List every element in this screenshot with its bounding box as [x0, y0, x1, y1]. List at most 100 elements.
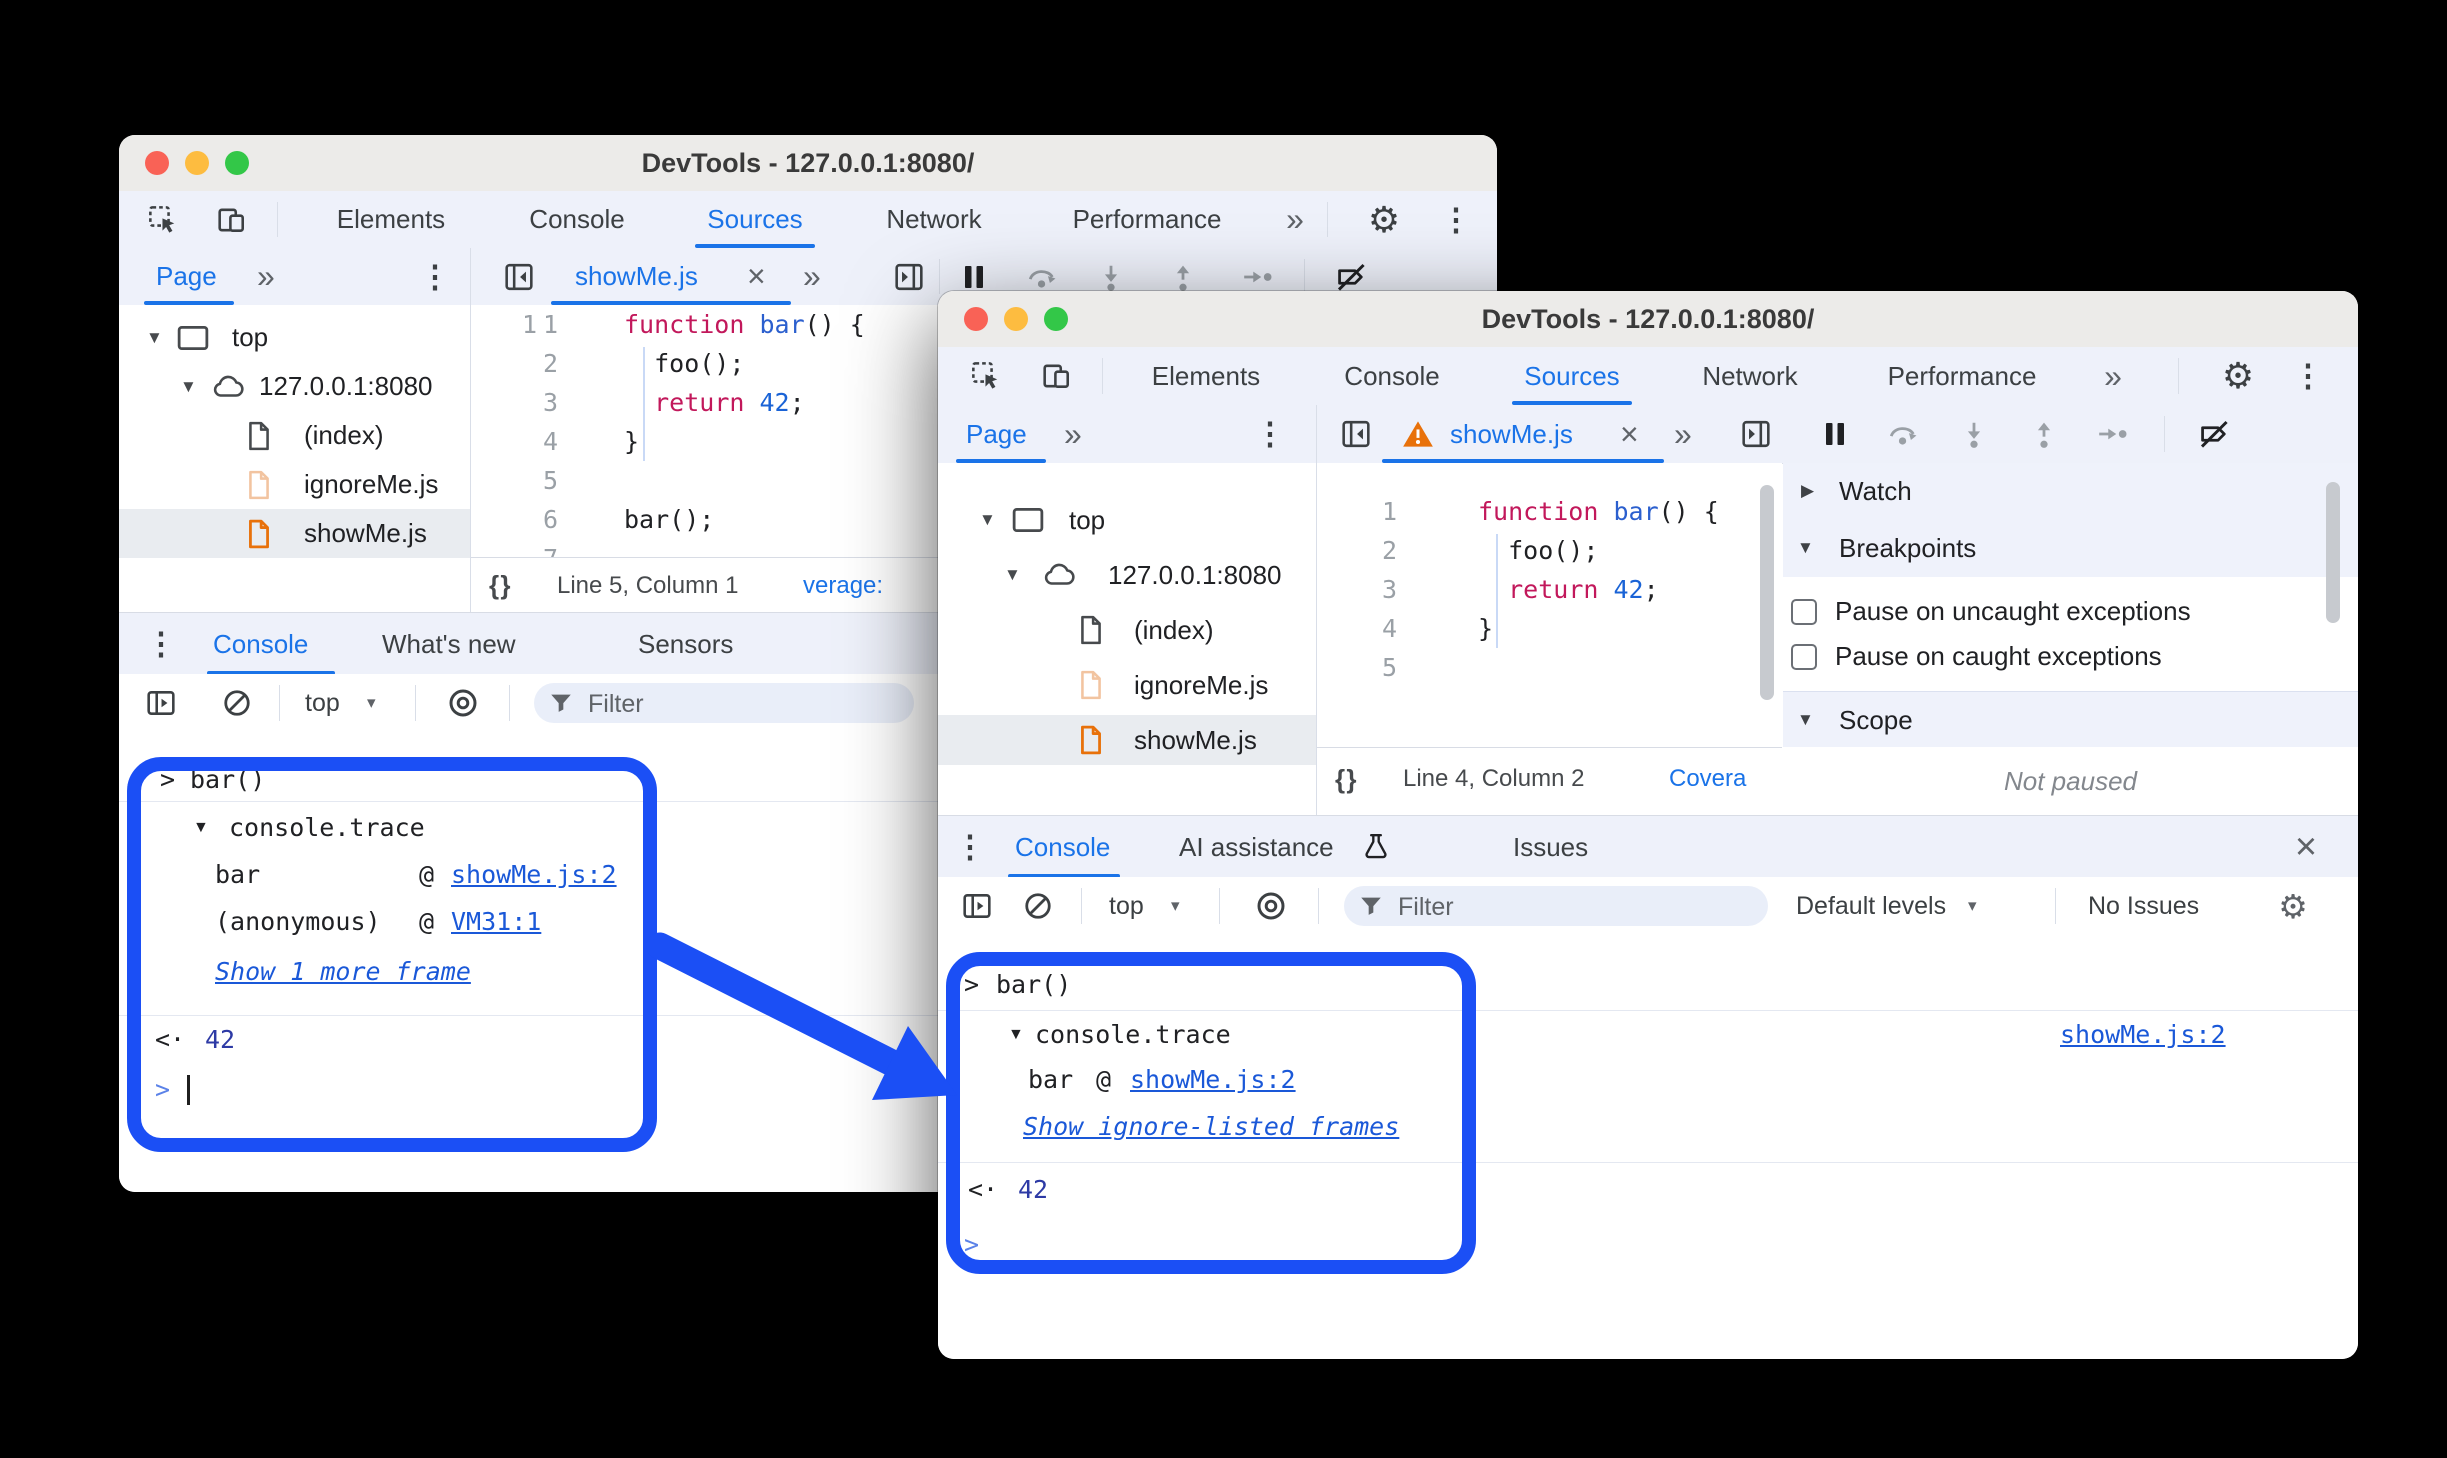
minimize-window-button[interactable] [1004, 307, 1028, 331]
trace-caret-icon[interactable]: ▼ [193, 804, 209, 852]
step-into-icon[interactable] [1954, 405, 1994, 463]
coverage-link[interactable]: Covera [1669, 748, 1746, 810]
kebab-menu-icon[interactable]: ⋮ [146, 613, 177, 675]
filter-input[interactable] [1396, 886, 1758, 928]
kebab-menu-icon[interactable]: ⋮ [2293, 347, 2324, 405]
context-selector[interactable]: top [1109, 877, 1144, 935]
tab-sources[interactable]: Sources [707, 191, 802, 248]
tab-elements[interactable]: Elements [1152, 347, 1260, 405]
tab-network[interactable]: Network [886, 191, 981, 248]
close-drawer-icon[interactable]: × [2295, 816, 2317, 878]
kebab-menu-icon[interactable]: ⋮ [420, 248, 451, 305]
live-expression-eye-icon[interactable] [442, 674, 484, 732]
tab-elements[interactable]: Elements [337, 191, 445, 248]
more-tabs-icon[interactable]: » [2104, 347, 2122, 405]
tree-item-top[interactable]: ▼ top [938, 495, 1316, 545]
tree-item-top[interactable]: ▼ top [119, 313, 470, 362]
kebab-menu-icon[interactable]: ⋮ [1441, 191, 1472, 248]
context-dropdown-icon[interactable]: ▾ [1171, 877, 1180, 935]
zoom-window-button[interactable] [1044, 307, 1068, 331]
tree-item-index[interactable]: (index) [938, 605, 1316, 655]
code-editor[interactable]: 1 2 3 4 5 function bar() { foo(); return… [1317, 463, 1782, 747]
tree-item-index[interactable]: (index) [119, 411, 470, 460]
expand-caret-icon[interactable]: ▼ [979, 495, 996, 545]
drawer-tab-sensors[interactable]: Sensors [638, 613, 733, 675]
step-icon[interactable] [2090, 405, 2134, 463]
context-dropdown-icon[interactable]: ▾ [367, 674, 376, 732]
close-window-button[interactable] [964, 307, 988, 331]
tree-item-ignoreme[interactable]: ignoreMe.js [938, 660, 1316, 710]
clear-console-icon[interactable] [218, 674, 256, 732]
trace-source-link[interactable]: showMe.js:2 [2060, 1011, 2226, 1059]
tree-item-origin[interactable]: ▼ 127.0.0.1:8080 [938, 550, 1316, 600]
more-editor-tabs-icon[interactable]: » [803, 248, 821, 305]
live-expression-eye-icon[interactable] [1250, 877, 1292, 935]
console-settings-gear-icon[interactable]: ⚙ [2278, 877, 2308, 935]
more-editor-tabs-icon[interactable]: » [1674, 405, 1692, 463]
more-tabs-icon[interactable]: » [1286, 191, 1304, 248]
tab-performance[interactable]: Performance [1073, 191, 1222, 248]
more-panes-icon[interactable]: » [1064, 405, 1082, 463]
deactivate-breakpoints-icon[interactable] [2190, 405, 2238, 463]
context-selector[interactable]: top [305, 674, 340, 732]
inspect-element-icon[interactable] [143, 191, 183, 248]
pause-caught-checkbox[interactable] [1791, 644, 1817, 670]
tab-network[interactable]: Network [1702, 347, 1797, 405]
stack-frame-link[interactable]: showMe.js:2 [451, 851, 617, 899]
sidebar-scrollbar-thumb[interactable] [2326, 482, 2340, 623]
show-ignore-listed-link[interactable]: Show ignore-listed frames [1023, 1103, 1399, 1151]
trace-caret-icon[interactable]: ▼ [1008, 1011, 1024, 1059]
device-toolbar-icon[interactable] [211, 191, 253, 248]
tree-item-origin[interactable]: ▼ 127.0.0.1:8080 [119, 362, 470, 411]
editor-tab-filename[interactable]: showMe.js [575, 248, 698, 305]
drawer-tab-ai-assistance[interactable]: AI assistance [1179, 816, 1334, 878]
no-issues-label[interactable]: No Issues [2088, 877, 2199, 935]
filter-input[interactable] [586, 683, 904, 725]
collapse-left-panel-icon[interactable] [499, 248, 539, 305]
step-over-icon[interactable] [1882, 405, 1922, 463]
drawer-tab-console[interactable]: Console [1015, 816, 1110, 878]
clear-console-icon[interactable] [1019, 877, 1057, 935]
editor-tab-filename[interactable]: showMe.js [1450, 405, 1573, 463]
tab-console[interactable]: Console [1344, 347, 1439, 405]
scope-section-header[interactable]: ▼ Scope [1783, 691, 2358, 749]
expand-right-panel-icon[interactable] [1736, 405, 1776, 463]
kebab-menu-icon[interactable]: ⋮ [1255, 405, 1286, 463]
settings-gear-icon[interactable]: ⚙ [1368, 191, 1400, 248]
tab-sources[interactable]: Sources [1524, 347, 1619, 405]
close-editor-tab-icon[interactable]: × [1620, 405, 1639, 463]
step-out-icon[interactable] [2024, 405, 2064, 463]
pause-script-icon[interactable] [1818, 405, 1852, 463]
close-editor-tab-icon[interactable]: × [747, 248, 766, 305]
inspect-element-icon[interactable] [966, 347, 1006, 405]
pause-uncaught-checkbox[interactable] [1791, 599, 1817, 625]
expand-caret-icon[interactable]: ▼ [180, 362, 197, 411]
breakpoints-section-header[interactable]: ▼ Breakpoints [1783, 519, 2358, 578]
console-output[interactable]: > bar() ▼ console.trace showMe.js:2 bar … [938, 935, 2358, 1359]
levels-dropdown-icon[interactable]: ▾ [1968, 877, 1977, 935]
collapse-left-panel-icon[interactable] [1336, 405, 1376, 463]
zoom-window-button[interactable] [225, 151, 249, 175]
show-more-frames-link[interactable]: Show 1 more frame [215, 948, 471, 996]
drawer-tab-whats-new[interactable]: What's new [382, 613, 516, 675]
device-toolbar-icon[interactable] [1036, 347, 1078, 405]
tree-item-showme-selected[interactable]: showMe.js [938, 715, 1316, 765]
drawer-tab-console[interactable]: Console [213, 613, 308, 675]
stack-frame-link[interactable]: VM31:1 [451, 898, 541, 946]
tree-item-showme-selected[interactable]: showMe.js [119, 509, 470, 558]
show-console-sidebar-icon[interactable] [142, 674, 180, 732]
default-levels-dropdown[interactable]: Default levels [1796, 877, 1946, 935]
tab-performance[interactable]: Performance [1888, 347, 2037, 405]
tree-item-ignoreme[interactable]: ignoreMe.js [119, 460, 470, 509]
tab-console[interactable]: Console [529, 191, 624, 248]
editor-scrollbar-thumb[interactable] [1760, 485, 1774, 700]
expand-caret-icon[interactable]: ▼ [1004, 550, 1021, 600]
expand-right-panel-icon[interactable] [889, 248, 929, 305]
coverage-link[interactable]: verage: [803, 558, 883, 613]
expand-caret-icon[interactable]: ▼ [146, 313, 163, 362]
minimize-window-button[interactable] [185, 151, 209, 175]
stack-frame-link[interactable]: showMe.js:2 [1130, 1056, 1296, 1104]
sidebar-tab-page[interactable]: Page [966, 405, 1027, 463]
sidebar-tab-page[interactable]: Page [156, 248, 217, 305]
watch-section-header[interactable]: ▶ Watch [1783, 463, 2358, 520]
